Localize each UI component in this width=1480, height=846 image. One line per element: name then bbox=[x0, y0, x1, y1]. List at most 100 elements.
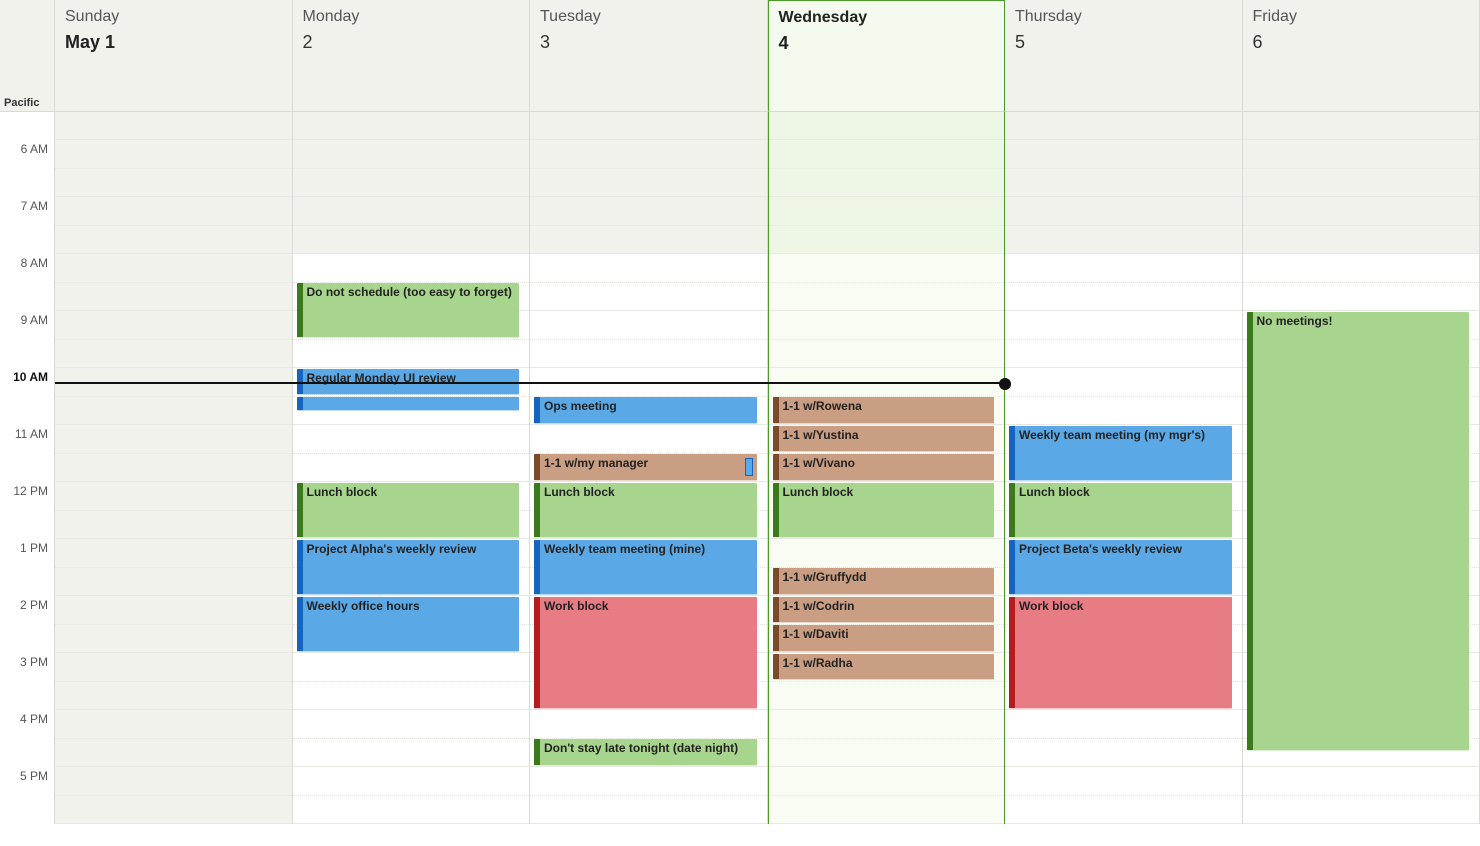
time-slot[interactable] bbox=[769, 112, 1005, 140]
time-slot[interactable] bbox=[1005, 311, 1242, 368]
time-slot[interactable] bbox=[55, 653, 292, 710]
calendar-event[interactable]: No meetings! bbox=[1247, 312, 1470, 752]
calendar-event[interactable]: Ops meeting bbox=[534, 397, 757, 424]
event-category-stripe bbox=[297, 540, 303, 594]
time-slot[interactable] bbox=[1243, 254, 1480, 311]
time-slot[interactable] bbox=[55, 539, 292, 596]
event-title: Work block bbox=[544, 599, 608, 613]
calendar-event[interactable]: Don't stay late tonight (date night) bbox=[534, 739, 757, 766]
event-title: 1-1 w/Rowena bbox=[783, 399, 862, 413]
time-slot[interactable] bbox=[55, 425, 292, 482]
calendar-event[interactable]: Weekly office hours bbox=[297, 597, 520, 652]
time-slot[interactable] bbox=[769, 710, 1005, 767]
calendar-event[interactable]: Lunch block bbox=[534, 483, 757, 538]
time-slot[interactable] bbox=[293, 767, 530, 824]
event-category-stripe bbox=[297, 597, 303, 651]
time-slot[interactable] bbox=[55, 368, 292, 425]
time-slot[interactable] bbox=[1005, 112, 1242, 140]
event-category-stripe bbox=[297, 397, 303, 410]
time-slot[interactable] bbox=[55, 311, 292, 368]
event-title: 1-1 w/Daviti bbox=[783, 627, 849, 641]
day-header-tuesday[interactable]: Tuesday3 bbox=[530, 0, 768, 112]
time-slot[interactable] bbox=[293, 140, 530, 197]
time-slot[interactable] bbox=[769, 767, 1005, 824]
day-name: Thursday bbox=[1015, 8, 1232, 26]
day-header-sunday[interactable]: SundayMay 1 bbox=[55, 0, 293, 112]
calendar-event[interactable]: Project Alpha's weekly review bbox=[297, 540, 520, 595]
time-slot[interactable] bbox=[1005, 254, 1242, 311]
calendar-event[interactable]: 1-1 w/Rowena bbox=[773, 397, 995, 424]
calendar-event[interactable]: 1-1 w/Gruffydd bbox=[773, 568, 995, 595]
time-slot[interactable] bbox=[1243, 767, 1480, 824]
time-slot[interactable] bbox=[55, 140, 292, 197]
event-title: Regular Monday UI review bbox=[307, 371, 456, 385]
time-slot[interactable] bbox=[293, 425, 530, 482]
calendar-event[interactable]: 1-1 w/my manager bbox=[534, 454, 757, 481]
time-slot[interactable] bbox=[769, 311, 1005, 368]
day-column-wednesday[interactable]: 1-1 w/Rowena 1-1 w/Yustina1-1 w/Vivano Lun… bbox=[768, 112, 1006, 824]
time-slot[interactable] bbox=[530, 767, 767, 824]
calendar-event[interactable] bbox=[297, 397, 520, 411]
time-slot[interactable] bbox=[55, 112, 292, 140]
time-slot[interactable] bbox=[55, 767, 292, 824]
calendar-event[interactable]: Weekly team meeting (my mgr's) bbox=[1009, 426, 1232, 481]
day-column-thursday[interactable]: Weekly team meeting (my mgr's)Lunch bloc… bbox=[1005, 112, 1243, 824]
calendar-event[interactable]: Regular Monday UI review bbox=[297, 369, 520, 396]
day-column-friday[interactable]: No meetings! bbox=[1243, 112, 1480, 824]
time-slot[interactable] bbox=[1005, 140, 1242, 197]
time-slot[interactable] bbox=[55, 482, 292, 539]
event-title: Lunch block bbox=[783, 485, 854, 499]
time-slot[interactable] bbox=[55, 254, 292, 311]
time-slot[interactable] bbox=[1005, 197, 1242, 254]
day-column-sunday[interactable] bbox=[55, 112, 293, 824]
hour-label: 1 PM bbox=[0, 539, 54, 596]
calendar-event[interactable]: 1-1 w/Yustina bbox=[773, 426, 995, 453]
time-slot[interactable] bbox=[530, 311, 767, 368]
time-slot[interactable] bbox=[293, 112, 530, 140]
time-slot[interactable] bbox=[769, 197, 1005, 254]
calendar-event[interactable]: Project Beta's weekly review bbox=[1009, 540, 1232, 595]
time-slot[interactable] bbox=[530, 140, 767, 197]
time-slot[interactable] bbox=[530, 197, 767, 254]
calendar-event[interactable]: Weekly team meeting (mine) bbox=[534, 540, 757, 595]
hour-label: 6 AM bbox=[0, 140, 54, 197]
time-slot[interactable] bbox=[1005, 767, 1242, 824]
calendar-event[interactable]: 1-1 w/Radha bbox=[773, 654, 995, 681]
time-slot[interactable] bbox=[1243, 140, 1480, 197]
time-slot[interactable] bbox=[1243, 112, 1480, 140]
time-slot[interactable] bbox=[55, 710, 292, 767]
time-slot[interactable] bbox=[55, 596, 292, 653]
time-slot[interactable] bbox=[1243, 197, 1480, 254]
time-slot[interactable] bbox=[293, 197, 530, 254]
event-category-stripe bbox=[773, 454, 779, 480]
time-slot[interactable] bbox=[769, 254, 1005, 311]
day-header-monday[interactable]: Monday2 bbox=[293, 0, 531, 112]
calendar-event[interactable]: Work block bbox=[534, 597, 757, 709]
time-slot[interactable] bbox=[530, 254, 767, 311]
calendar-event[interactable]: Lunch block bbox=[1009, 483, 1232, 538]
time-slot[interactable] bbox=[1005, 368, 1242, 425]
time-slot[interactable] bbox=[293, 653, 530, 710]
hour-label: 7 AM bbox=[0, 197, 54, 254]
calendar-event[interactable]: Do not schedule (too easy to forget) bbox=[297, 283, 520, 338]
day-date: 2 bbox=[303, 32, 520, 53]
calendar-event[interactable]: Work block bbox=[1009, 597, 1232, 709]
day-header-wednesday[interactable]: Wednesday4 bbox=[768, 0, 1006, 112]
time-slot[interactable] bbox=[1005, 710, 1242, 767]
time-slot[interactable] bbox=[55, 197, 292, 254]
time-slot[interactable] bbox=[530, 112, 767, 140]
calendar-event[interactable]: Lunch block bbox=[297, 483, 520, 538]
time-gutter: 6 AM7 AM8 AM9 AM10 AM11 AM12 PM1 PM2 PM3… bbox=[0, 112, 55, 824]
event-category-stripe bbox=[297, 483, 303, 537]
day-column-monday[interactable]: Do not schedule (too easy to forget) Regu… bbox=[293, 112, 531, 824]
day-column-tuesday[interactable]: Ops meeting 1-1 w/my managerLunch blockWe… bbox=[530, 112, 768, 824]
calendar-event[interactable]: Lunch block bbox=[773, 483, 995, 538]
calendar-event[interactable]: 1-1 w/Vivano bbox=[773, 454, 995, 481]
time-slot[interactable] bbox=[769, 140, 1005, 197]
day-header-friday[interactable]: Friday6 bbox=[1243, 0, 1480, 112]
calendar-event[interactable]: 1-1 w/Daviti bbox=[773, 625, 995, 652]
event-title: Weekly office hours bbox=[307, 599, 420, 613]
time-slot[interactable] bbox=[293, 710, 530, 767]
calendar-event[interactable]: 1-1 w/Codrin bbox=[773, 597, 995, 624]
day-header-thursday[interactable]: Thursday5 bbox=[1005, 0, 1243, 112]
